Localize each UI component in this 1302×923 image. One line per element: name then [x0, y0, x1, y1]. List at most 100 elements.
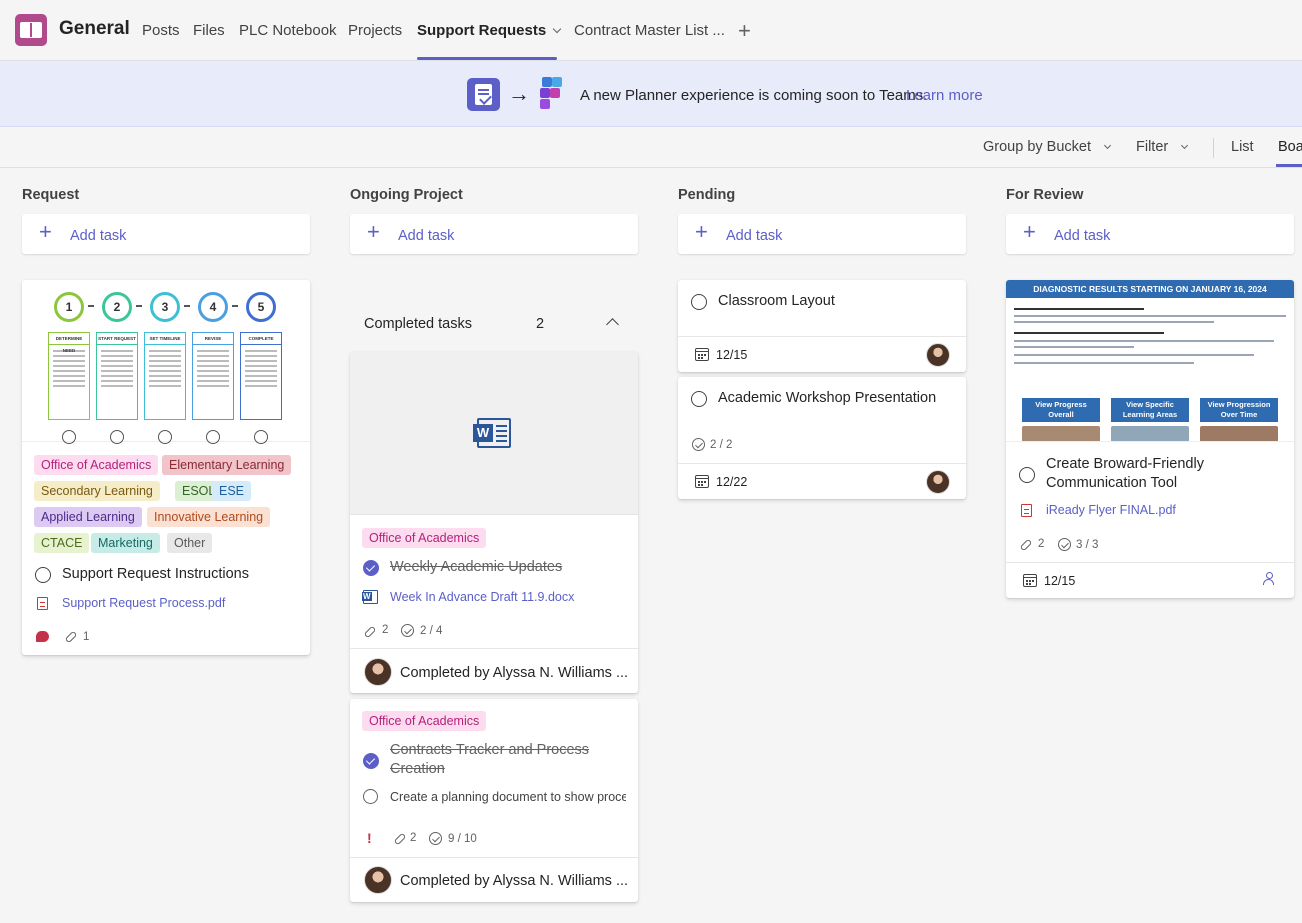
- flow-box: SET TIMELINE: [144, 332, 186, 420]
- checklist-item-checkbox[interactable]: [363, 789, 378, 804]
- task-title[interactable]: Support Request Instructions: [62, 565, 249, 584]
- app-header: General Posts Files PLC Notebook Project…: [0, 0, 1302, 61]
- flowchart-preview-image: 1 2 3 4 5 DETERMINE NEED START REQUEST S…: [22, 280, 310, 444]
- bucket-title-ongoing-project[interactable]: Ongoing Project: [350, 187, 463, 203]
- task-title[interactable]: Classroom Layout: [718, 292, 835, 311]
- task-card[interactable]: Classroom Layout 12/15: [678, 280, 966, 372]
- attachment-count: 1: [83, 631, 90, 643]
- bucket-title-request[interactable]: Request: [22, 187, 79, 203]
- checklist-progress: 9 / 10: [448, 833, 477, 845]
- flow-box: COMPLETE: [240, 332, 282, 420]
- flow-box: REVISE: [192, 332, 234, 420]
- attachment-link[interactable]: Support Request Process.pdf: [62, 596, 225, 610]
- word-icon: [473, 418, 511, 448]
- task-title[interactable]: Create Broward-Friendly Communication To…: [1046, 455, 1276, 493]
- add-task-button[interactable]: + Add task: [350, 214, 638, 254]
- team-name[interactable]: General: [59, 18, 130, 40]
- label-office-of-academics: Office of Academics: [362, 711, 487, 731]
- complete-task-checkbox[interactable]: [1019, 467, 1035, 483]
- chevron-up-icon[interactable]: [606, 318, 619, 331]
- avatar[interactable]: [926, 470, 950, 494]
- arrow-right-icon: →: [508, 81, 530, 106]
- complete-task-checkbox[interactable]: [691, 294, 707, 310]
- board-view-button[interactable]: Boa: [1278, 139, 1302, 155]
- list-view-button[interactable]: List: [1231, 139, 1254, 155]
- task-card[interactable]: DIAGNOSTIC RESULTS STARTING ON JANUARY 1…: [1006, 280, 1294, 598]
- attachment-count: 2: [382, 624, 389, 636]
- completed-checkbox-icon[interactable]: [363, 560, 379, 576]
- complete-task-checkbox[interactable]: [691, 391, 707, 407]
- task-card[interactable]: 1 2 3 4 5 DETERMINE NEED START REQUEST S…: [22, 280, 310, 655]
- avatar[interactable]: [364, 866, 392, 894]
- plus-icon: +: [39, 219, 52, 244]
- bucket-title-for-review[interactable]: For Review: [1006, 187, 1083, 203]
- word-file-icon: [362, 590, 378, 604]
- flyer-heading: DIAGNOSTIC RESULTS STARTING ON JANUARY 1…: [1006, 280, 1294, 298]
- attachment-clip-icon: [363, 625, 377, 639]
- task-title[interactable]: Academic Workshop Presentation: [718, 389, 936, 408]
- task-title[interactable]: Contracts Tracker and Process Creation: [390, 741, 620, 779]
- tab-support-requests-label: Support Requests: [417, 22, 547, 39]
- new-planner-icon: [540, 77, 564, 111]
- chevron-down-icon[interactable]: [552, 24, 562, 34]
- chevron-down-icon: [1103, 141, 1112, 150]
- pdf-file-icon: [1021, 504, 1032, 517]
- tab-projects[interactable]: Projects: [348, 22, 402, 39]
- team-book-icon[interactable]: [15, 14, 47, 46]
- tab-plc-notebook[interactable]: PLC Notebook: [239, 22, 337, 39]
- completed-tasks-toggle[interactable]: Completed tasks 2: [350, 303, 638, 343]
- plus-icon: +: [695, 219, 708, 244]
- task-title[interactable]: Weekly Academic Updates: [390, 558, 562, 577]
- checklist-icon: [401, 624, 414, 637]
- add-task-label: Add task: [70, 228, 127, 244]
- task-card[interactable]: Office of Academics Weekly Academic Upda…: [350, 352, 638, 693]
- tab-posts[interactable]: Posts: [142, 22, 180, 39]
- add-task-button[interactable]: + Add task: [1006, 214, 1294, 254]
- due-date: 12/22: [716, 475, 748, 489]
- tab-support-requests[interactable]: Support Requests: [417, 22, 562, 39]
- add-task-button[interactable]: + Add task: [678, 214, 966, 254]
- completed-checkbox-icon[interactable]: [363, 753, 379, 769]
- flow-step: 4: [198, 292, 228, 322]
- checklist-item-text[interactable]: Create a planning document to show proce…: [390, 790, 626, 804]
- label-innovative-learning: Innovative Learning: [147, 507, 271, 527]
- flow-box: START REQUEST: [96, 332, 138, 420]
- assign-person-icon[interactable]: [1263, 572, 1277, 586]
- checklist-progress: 3 / 3: [1076, 539, 1099, 551]
- filter-label: Filter: [1136, 139, 1169, 155]
- active-tab-indicator: [417, 57, 557, 60]
- label-ctace: CTACE: [34, 533, 90, 553]
- avatar[interactable]: [364, 658, 392, 686]
- filter-dropdown[interactable]: Filter: [1136, 139, 1189, 155]
- avatar[interactable]: [926, 343, 950, 367]
- tab-files[interactable]: Files: [193, 22, 225, 39]
- due-date: 12/15: [716, 348, 748, 362]
- learn-more-link[interactable]: Learn more: [906, 87, 983, 104]
- add-task-button[interactable]: + Add task: [22, 214, 310, 254]
- group-by-label: Group by Bucket: [983, 139, 1091, 155]
- attachment-link[interactable]: Week In Advance Draft 11.9.docx: [390, 590, 574, 604]
- bucket-title-pending[interactable]: Pending: [678, 187, 735, 203]
- add-task-label: Add task: [726, 228, 783, 244]
- checklist-icon: [1058, 538, 1071, 551]
- task-card[interactable]: Office of Academics Contracts Tracker an…: [350, 699, 638, 902]
- checklist-icon: [692, 438, 705, 451]
- task-card[interactable]: Academic Workshop Presentation 2 / 2 12/…: [678, 377, 966, 499]
- attachment-clip-icon: [64, 630, 78, 644]
- label-office-of-academics: Office of Academics: [362, 528, 487, 548]
- tab-contract-master-list[interactable]: Contract Master List ...: [574, 22, 725, 39]
- attachment-link[interactable]: iReady Flyer FINAL.pdf: [1046, 503, 1176, 517]
- group-by-dropdown[interactable]: Group by Bucket: [983, 139, 1112, 155]
- completed-tasks-label: Completed tasks: [364, 316, 472, 332]
- toolbar-divider: [1213, 138, 1214, 158]
- word-document-preview: [350, 352, 638, 514]
- flyer-button: View Progress Overall: [1022, 398, 1100, 422]
- add-tab-plus-icon[interactable]: +: [738, 18, 751, 44]
- planner-toolbar: Group by Bucket Filter List Boa: [0, 127, 1302, 168]
- calendar-icon: [695, 348, 709, 361]
- label-marketing: Marketing: [91, 533, 160, 553]
- diagnostic-flyer-preview-image: DIAGNOSTIC RESULTS STARTING ON JANUARY 1…: [1006, 280, 1294, 442]
- flow-step: 1: [54, 292, 84, 322]
- complete-task-checkbox[interactable]: [35, 567, 51, 583]
- flow-step: 5: [246, 292, 276, 322]
